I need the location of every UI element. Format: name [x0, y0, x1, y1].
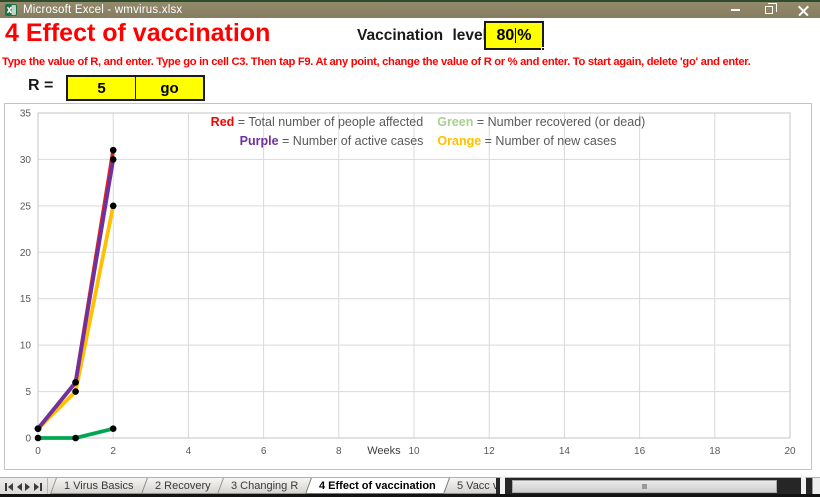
excel-icon [5, 4, 17, 16]
scrollbar-grip [642, 484, 647, 489]
vaccination-level-cell[interactable]: 80% [484, 21, 544, 50]
minimize-icon [731, 9, 740, 11]
sheet-tab-label: 3 Changing R [231, 480, 298, 492]
scrollbar-end-cap [812, 478, 820, 495]
svg-text:12: 12 [484, 446, 496, 457]
svg-text:35: 35 [20, 109, 32, 120]
next-sheet-icon [25, 483, 30, 491]
svg-text:20: 20 [20, 248, 32, 259]
legend-entry: Green = Number recovered (or dead) [437, 115, 645, 129]
svg-text:6: 6 [261, 446, 267, 457]
restore-button[interactable] [752, 2, 786, 18]
cell-fill-handle[interactable] [541, 47, 545, 51]
horizontal-scrollbar[interactable] [496, 478, 812, 495]
last-sheet-icon [34, 483, 39, 491]
close-icon [798, 5, 809, 16]
svg-text:16: 16 [634, 446, 646, 457]
svg-text:18: 18 [709, 446, 721, 457]
r-value-cell[interactable]: 5 [66, 75, 137, 101]
scrollbar-thumb[interactable] [512, 480, 777, 493]
vaccination-chart[interactable]: 0 2 4 6 8 10 12 14 16 18 20 0 5 10 15 20 25 30 35 Weeks Red… [4, 103, 812, 470]
excel-window: Microsoft Excel - wmvirus.xlsx 4 Effect … [0, 0, 820, 497]
svg-text:0: 0 [35, 446, 41, 457]
tab-scroll-prev-button[interactable] [17, 483, 22, 491]
chart-legend: Red = Total number of people affected Gre… [211, 113, 646, 151]
legend-entry: Red = Total number of people affected [211, 115, 424, 129]
tab-scroll-last-button[interactable] [34, 483, 42, 491]
chart-plot-area: 0 2 4 6 8 10 12 14 16 18 20 0 5 10 15 20 25 30 35 Weeks [5, 104, 813, 471]
prev-sheet-icon [17, 483, 22, 491]
svg-text:25: 25 [20, 201, 32, 212]
sheet-tab[interactable]: 2 Recovery [141, 478, 224, 494]
legend-line: Red = Total number of people affected Gre… [211, 113, 646, 132]
svg-text:8: 8 [336, 446, 342, 457]
minimize-button[interactable] [718, 2, 752, 18]
restore-icon [765, 6, 773, 14]
sheet-tab[interactable]: 4 Effect of vaccination [306, 478, 451, 494]
title-bar: Microsoft Excel - wmvirus.xlsx [0, 0, 820, 18]
close-button[interactable] [786, 2, 820, 18]
svg-text:0: 0 [25, 434, 31, 445]
vaccination-value-unit: % [517, 27, 531, 45]
sheet-tab[interactable]: 3 Changing R [217, 478, 312, 494]
sheet-tab-bar: 1 Virus Basics 2 Recovery 3 Changing R 4 Ef… [0, 477, 820, 494]
svg-text:10: 10 [408, 446, 420, 457]
scroll-right-button[interactable] [801, 478, 806, 496]
tab-scroll-next-button[interactable] [25, 483, 30, 491]
svg-text:4: 4 [186, 446, 192, 457]
sheet-tab-label: 2 Recovery [155, 480, 211, 492]
svg-text:10: 10 [20, 341, 32, 352]
instructions-text: Type the value of R, and enter. Type go … [2, 56, 819, 68]
sheet-tab-label: 4 Effect of vaccination [320, 480, 437, 492]
sheet-tab-label: 1 Virus Basics [64, 480, 133, 492]
svg-text:Weeks: Weeks [367, 445, 401, 457]
svg-text:14: 14 [559, 446, 571, 457]
legend-line: Purple = Number of active cases Orange = … [211, 132, 646, 151]
vaccination-level-label: Vaccination level [357, 27, 487, 45]
scroll-left-button[interactable] [500, 478, 505, 496]
svg-text:2: 2 [110, 446, 116, 457]
page-title: 4 Effect of vaccination [5, 19, 270, 48]
vaccination-value: 80 [496, 27, 514, 45]
go-cell[interactable]: go [135, 75, 205, 101]
sheet-tab-label: 5 Vacc vs no vacc av [457, 480, 496, 492]
svg-text:15: 15 [20, 294, 32, 305]
r-label: R = [28, 77, 53, 95]
tab-nav-buttons [0, 478, 48, 495]
sheet-tab[interactable]: 1 Virus Basics [50, 478, 147, 494]
legend-entry: Orange = Number of new cases [437, 134, 616, 148]
first-sheet-icon [5, 483, 7, 491]
sheet-tab[interactable]: 5 Vacc vs no vacc av [443, 478, 496, 494]
svg-text:20: 20 [784, 446, 796, 457]
legend-entry: Purple = Number of active cases [240, 134, 424, 148]
svg-text:30: 30 [20, 155, 32, 166]
window-title: Microsoft Excel - wmvirus.xlsx [23, 4, 182, 16]
text-caret [515, 28, 516, 43]
svg-text:5: 5 [25, 387, 31, 398]
sheet-tab-strip: 1 Virus Basics 2 Recovery 3 Changing R 4 Ef… [48, 478, 496, 495]
tab-scroll-first-button[interactable] [5, 483, 13, 491]
